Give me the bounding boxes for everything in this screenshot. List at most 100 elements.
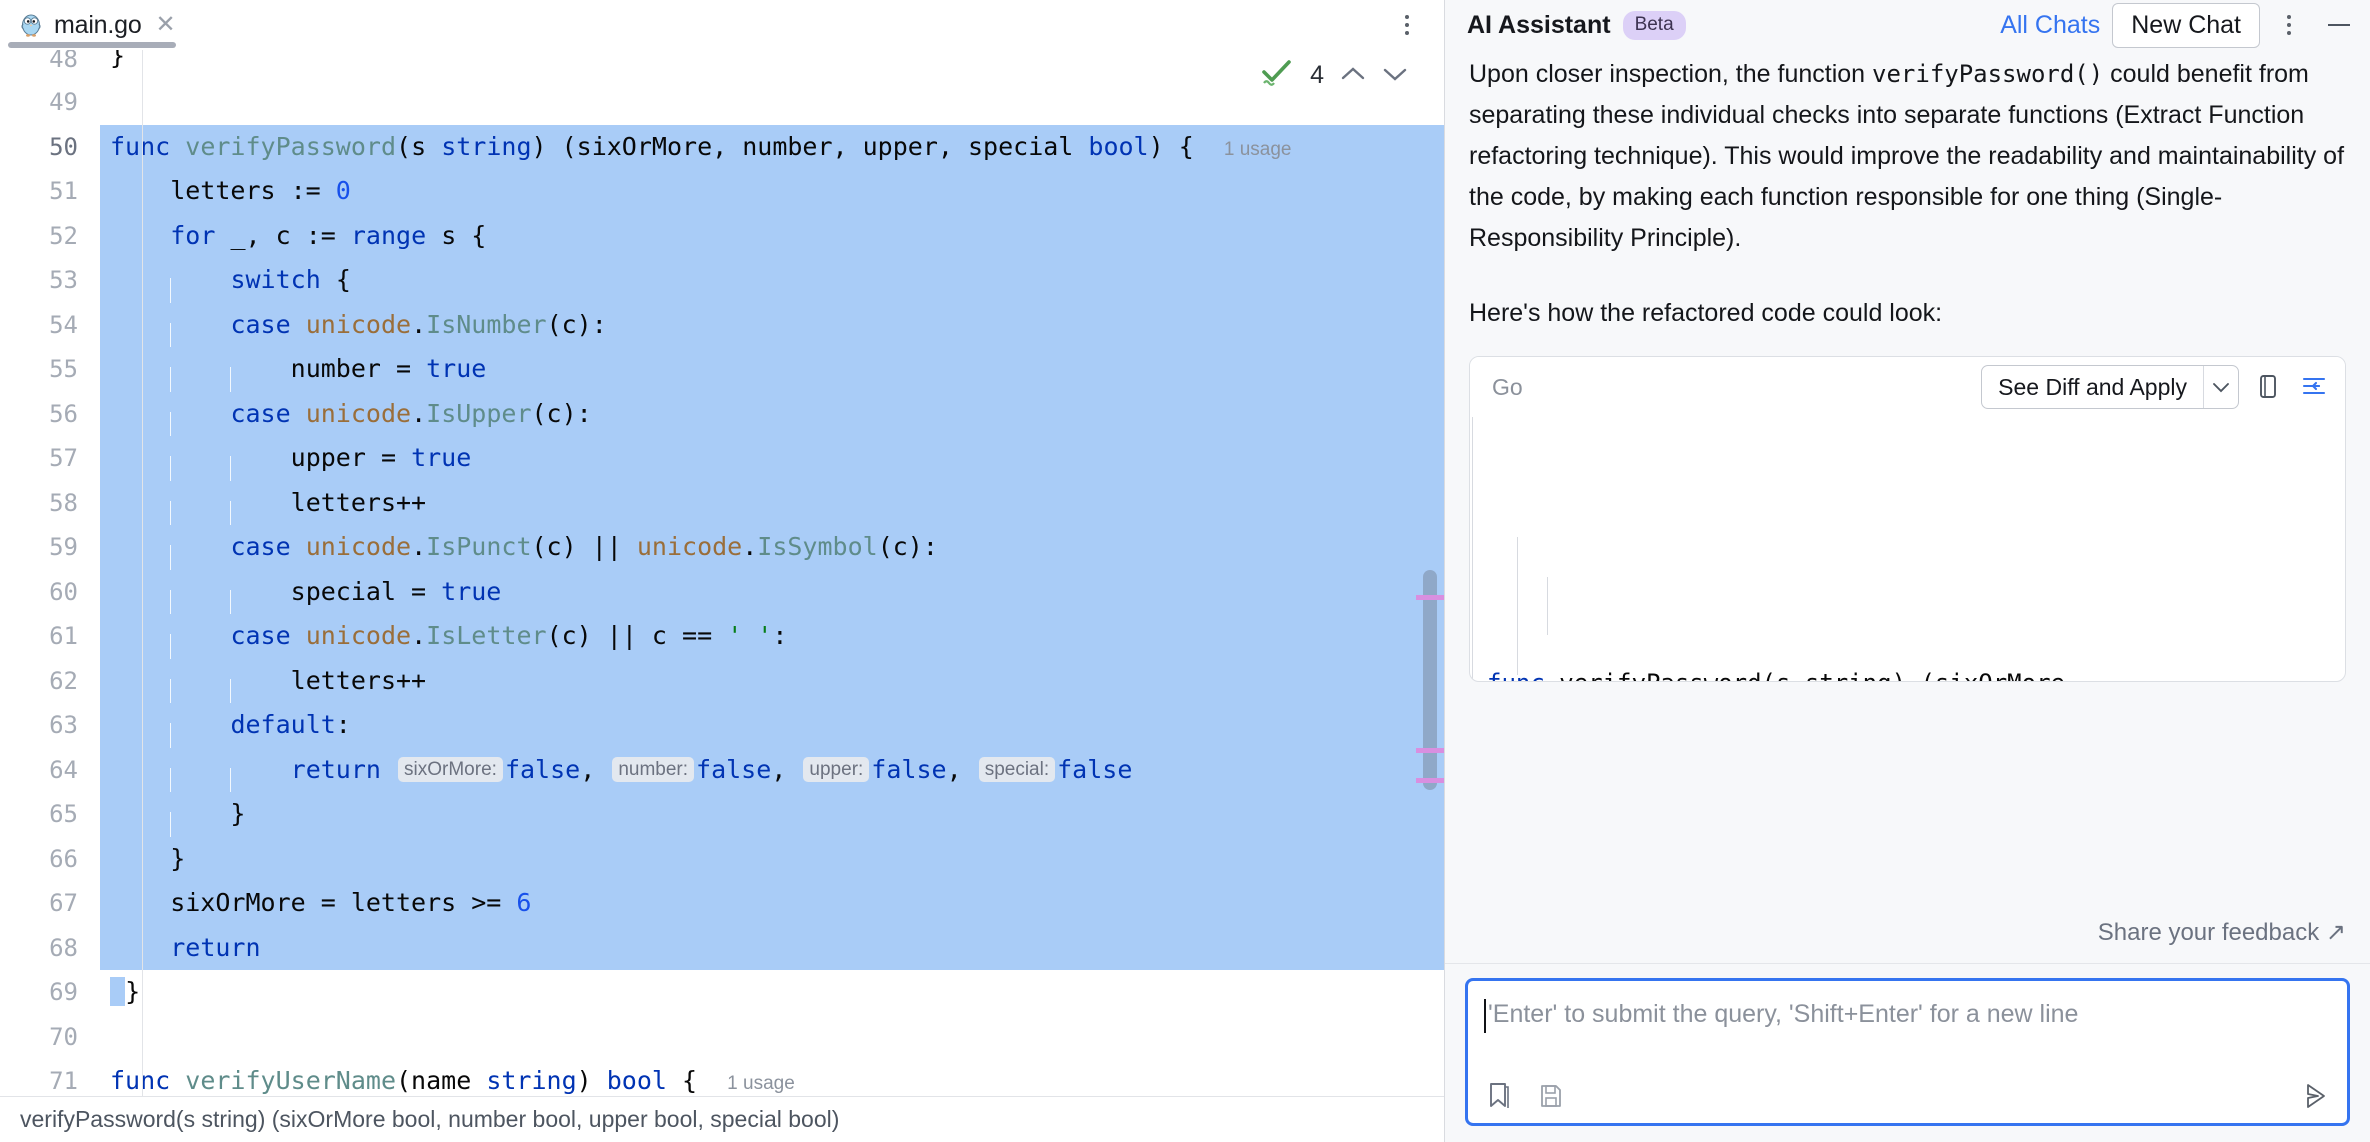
code-card-header: Go See Diff and Apply: [1470, 357, 2345, 417]
param-hint-special: special:: [978, 756, 1056, 782]
param-hint-sixormore: sixOrMore:: [398, 756, 503, 782]
line-number: 52: [0, 213, 100, 258]
code-line[interactable]: 49: [0, 80, 1444, 125]
inspection-count: 4: [1310, 61, 1324, 89]
see-diff-and-apply-control[interactable]: See Diff and Apply: [1981, 365, 2239, 409]
send-icon[interactable]: [2299, 1079, 2333, 1113]
line-number: 69: [0, 970, 100, 1015]
code-line[interactable]: 56 case unicode.IsUpper(c):: [0, 391, 1444, 456]
code-line[interactable]: 64 return sixOrMore: false, number: false,…: [0, 747, 1444, 812]
chat-input-box[interactable]: 'Enter' to submit the query, 'Shift+Ente…: [1465, 978, 2350, 1126]
ai-assistant-title: AI Assistant: [1467, 10, 1611, 39]
code-line[interactable]: 53 switch {: [0, 258, 1444, 323]
line-content: upper = true: [100, 436, 1444, 501]
see-diff-and-apply-button[interactable]: See Diff and Apply: [1982, 366, 2203, 408]
line-content: number = true: [100, 347, 1444, 412]
line-content: }: [110, 50, 126, 70]
assistant-message-paragraph-1: Upon closer inspection, the function ver…: [1469, 50, 2346, 259]
code-line[interactable]: 57 upper = true: [0, 436, 1444, 501]
line-content: }: [100, 792, 1444, 857]
code-line[interactable]: 48 }: [0, 50, 1444, 80]
code-line[interactable]: 52 for _, c := range s {: [0, 213, 1444, 258]
line-number: 67: [0, 881, 100, 926]
code-line[interactable]: 71 func verifyUserName(name string) bool…: [0, 1059, 1444, 1096]
bookmark-icon[interactable]: [1482, 1079, 1516, 1113]
ai-options-kebab-menu-icon[interactable]: [2272, 8, 2306, 42]
line-number: 56: [0, 391, 100, 436]
inspection-widget: 4: [1260, 58, 1408, 93]
code-line[interactable]: 55 number = true: [0, 347, 1444, 412]
insert-at-caret-icon[interactable]: [2297, 370, 2331, 404]
inspections-ok-icon[interactable]: [1260, 58, 1294, 93]
indent-guide: [1517, 537, 1518, 675]
line-number: 58: [0, 480, 100, 525]
line-number: 55: [0, 347, 100, 392]
change-marker[interactable]: [1416, 778, 1444, 783]
close-icon[interactable]: ✕: [152, 13, 180, 37]
line-content: case unicode.IsUpper(c):: [100, 391, 1444, 456]
line-content: }: [100, 970, 1444, 1015]
chevron-down-icon[interactable]: [1382, 64, 1408, 88]
go-gopher-icon: [18, 12, 44, 38]
line-content: for _, c := range s {: [100, 213, 1444, 258]
change-marker[interactable]: [1416, 595, 1444, 600]
code-line[interactable]: 54 case unicode.IsNumber(c):: [0, 302, 1444, 367]
minimize-icon[interactable]: [2324, 10, 2354, 40]
code-line[interactable]: 67 sixOrMore = letters >= 6: [0, 881, 1444, 926]
editor-statusbar: verifyPassword(s string) (sixOrMore bool…: [0, 1096, 1444, 1142]
code-card-body[interactable]: func verifyPassword(s string) (sixOrMore…: [1470, 417, 2345, 681]
code-line[interactable]: 59 case unicode.IsPunct(c) || unicode.Is…: [0, 525, 1444, 590]
code-line[interactable]: 51 letters := 0: [0, 169, 1444, 214]
code-line[interactable]: 58 letters++: [0, 480, 1444, 545]
share-feedback-link[interactable]: Share your feedback ↗: [2098, 918, 2346, 947]
code-line[interactable]: 69 }: [0, 970, 1444, 1015]
code-line[interactable]: 62 letters++: [0, 658, 1444, 723]
line-number: 62: [0, 658, 100, 703]
line-number: 48: [0, 50, 100, 80]
line-content: letters++: [100, 480, 1444, 545]
scrollbar-thumb[interactable]: [1423, 570, 1437, 790]
editor-tab-label: main.go: [54, 10, 142, 39]
code-line[interactable]: 65 }: [0, 792, 1444, 857]
code-line[interactable]: 66 }: [0, 836, 1444, 881]
code-line[interactable]: 60 special = true: [0, 569, 1444, 634]
editor-options-kebab-menu-icon[interactable]: [1390, 8, 1424, 42]
chat-input-toolbar: [1482, 1079, 2333, 1113]
line-number: 70: [0, 1014, 100, 1059]
line-content: letters++: [100, 658, 1444, 723]
ai-assistant-panel: AI Assistant Beta All Chats New Chat Upo…: [1445, 0, 2370, 1142]
line-number: 51: [0, 169, 100, 214]
line-content: letters := 0: [100, 169, 1444, 214]
line-content: [100, 80, 1444, 125]
code-line[interactable]: 68 return: [0, 925, 1444, 970]
msg-text-before: Upon closer inspection, the function: [1469, 60, 1873, 88]
param-hint-upper: upper:: [803, 756, 870, 782]
chevron-up-icon[interactable]: [1340, 64, 1366, 88]
code-editor[interactable]: 4 48 } 49 50 func verifyPassword(s strin…: [0, 50, 1444, 1096]
change-marker[interactable]: [1416, 748, 1444, 753]
code-line[interactable]: 50 func verifyPassword(s string) (sixOrM…: [0, 124, 1444, 169]
chevron-down-icon[interactable]: [2204, 366, 2238, 408]
gutter-divider: [142, 50, 143, 1096]
line-number: 66: [0, 836, 100, 881]
chat-message-list[interactable]: Upon closer inspection, the function ver…: [1445, 50, 2370, 900]
line-number: 60: [0, 569, 100, 614]
editor-scrollbar[interactable]: [1416, 50, 1444, 1096]
new-chat-button[interactable]: New Chat: [2112, 2, 2260, 48]
line-number: 59: [0, 525, 100, 570]
code-rows: 48 } 49 50 func verifyPassword(s string)…: [0, 50, 1444, 1096]
line-content: switch {: [100, 258, 1444, 323]
copy-icon[interactable]: [2251, 370, 2285, 404]
line-content: default:: [100, 703, 1444, 768]
usage-hint[interactable]: 1 usage: [1224, 139, 1292, 160]
code-line[interactable]: 70: [0, 1014, 1444, 1059]
code-line[interactable]: 63 default:: [0, 703, 1444, 768]
line-number: 54: [0, 302, 100, 347]
all-chats-link[interactable]: All Chats: [2000, 11, 2100, 40]
msg-text-after: could benefit from separating these indi…: [1469, 60, 2345, 252]
code-line[interactable]: 61 case unicode.IsLetter(c) || c == ' ':: [0, 614, 1444, 679]
line-content: return: [100, 925, 1444, 970]
save-icon[interactable]: [1534, 1079, 1568, 1113]
usage-hint[interactable]: 1 usage: [727, 1073, 795, 1094]
editor-tabbar: main.go ✕: [0, 0, 1444, 50]
